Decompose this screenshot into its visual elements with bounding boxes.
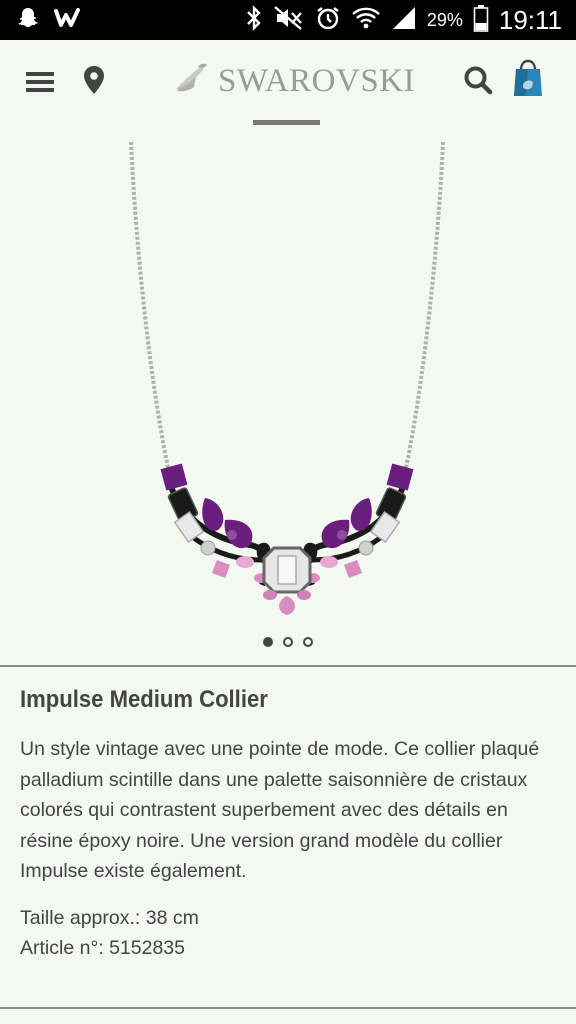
product-image[interactable] [0, 124, 576, 628]
wish-icon [54, 7, 82, 34]
mute-icon [273, 5, 305, 36]
status-bar: 29% 19:11 [0, 0, 576, 40]
bluetooth-icon [245, 4, 263, 36]
product-article-number: Article n°: 5152835 [20, 937, 185, 959]
menu-icon[interactable] [22, 64, 58, 100]
carousel-dot-3[interactable] [303, 637, 313, 647]
battery-percentage: 29% [426, 9, 463, 30]
brand-name: SWAROVSKI [218, 62, 416, 99]
divider [0, 665, 576, 667]
wifi-icon [351, 5, 381, 36]
signal-icon [391, 5, 417, 36]
necklace-image [129, 141, 445, 615]
shopping-bag-icon[interactable] [510, 56, 546, 100]
carousel-dot-2[interactable] [283, 637, 293, 647]
search-icon[interactable] [460, 62, 496, 98]
app-bar: SWAROVSKI [0, 40, 576, 124]
battery-icon [473, 4, 489, 37]
product-description: Un style vintage avec une pointe de mode… [20, 738, 540, 882]
carousel-dots [0, 637, 576, 647]
snapchat-icon [16, 6, 40, 35]
clock: 19:11 [498, 4, 562, 35]
divider-bottom [0, 1007, 576, 1009]
product-size: Taille approx.: 38 cm [20, 906, 199, 929]
product-details: Impulse Medium Collier Un style vintage … [20, 686, 560, 964]
brand-logo[interactable]: SWAROVSKI [170, 58, 415, 104]
carousel-dot-1[interactable] [263, 637, 273, 647]
product-title: Impulse Medium Collier [20, 686, 268, 713]
alarm-icon [315, 5, 341, 36]
location-icon[interactable] [78, 62, 110, 98]
swan-icon [170, 59, 210, 104]
